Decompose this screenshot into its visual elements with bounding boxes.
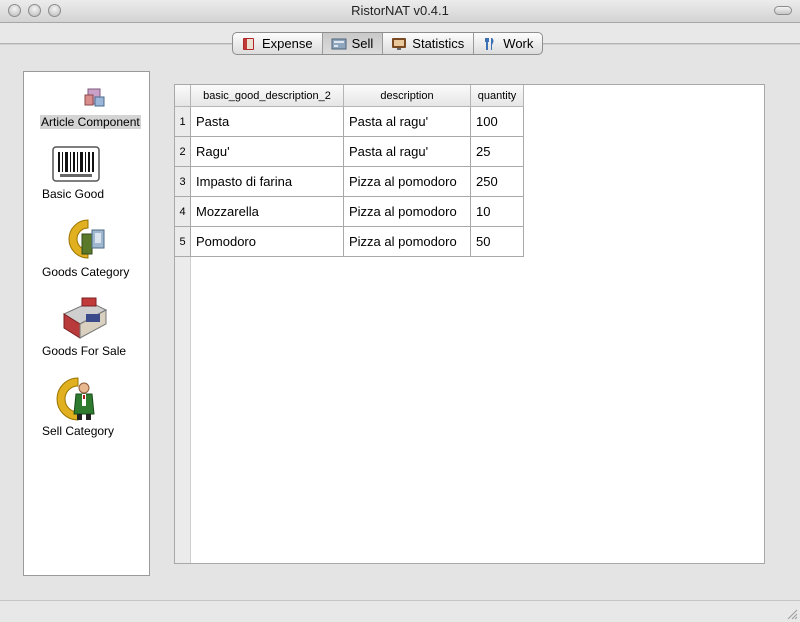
sell-register-icon <box>331 37 347 51</box>
sidebar-item-article-component[interactable]: Article Component <box>24 82 151 132</box>
sidebar-item-label: Goods For Sale <box>42 344 127 358</box>
tab-sell-label: Sell <box>351 36 374 51</box>
window-titlebar: RistorNAT v0.4.1 <box>0 0 800 23</box>
cell-quantity[interactable]: 25 <box>470 136 524 167</box>
goods-category-icon <box>64 216 110 265</box>
row-number: 5 <box>175 226 191 257</box>
cell-basic-good[interactable]: Mozzarella <box>190 196 344 227</box>
row-number: 2 <box>175 136 191 167</box>
resize-grip-icon[interactable] <box>786 608 798 620</box>
row-number: 1 <box>175 106 191 137</box>
status-bar-divider <box>0 600 800 601</box>
cell-basic-good[interactable]: Ragu' <box>190 136 344 167</box>
cell-basic-good[interactable]: Pomodoro <box>190 226 344 257</box>
column-header-quantity[interactable]: quantity <box>470 85 524 107</box>
table-corner <box>175 85 191 107</box>
window-title: RistorNAT v0.4.1 <box>351 3 449 18</box>
table-row[interactable]: 3 Impasto di farina Pizza al pomodoro 25… <box>175 166 524 197</box>
sidebar-item-label: Sell Category <box>42 424 115 438</box>
cell-description[interactable]: Pizza al pomodoro <box>343 196 471 227</box>
column-header-description[interactable]: description <box>343 85 471 107</box>
tab-work[interactable]: Work <box>474 33 542 54</box>
row-number: 3 <box>175 166 191 197</box>
toolbar-toggle-button[interactable] <box>774 6 792 15</box>
tab-statistics[interactable]: Statistics <box>383 33 475 54</box>
data-table-panel: basic_good_description_2 description qua… <box>174 84 765 564</box>
sidebar-item-label: Basic Good <box>42 187 105 201</box>
cell-quantity[interactable]: 100 <box>470 106 524 137</box>
sidebar-item-basic-good[interactable]: Basic Good <box>24 144 151 204</box>
column-header-basic-good[interactable]: basic_good_description_2 <box>190 85 344 107</box>
statistics-monitor-icon <box>391 37 407 51</box>
tab-statistics-label: Statistics <box>412 36 465 51</box>
table-row[interactable]: 4 Mozzarella Pizza al pomodoro 10 <box>175 196 524 227</box>
row-number: 4 <box>175 196 191 227</box>
cell-quantity[interactable]: 250 <box>470 166 524 197</box>
sidebar-item-goods-for-sale[interactable]: Goods For Sale <box>24 292 151 362</box>
tab-expense[interactable]: Expense <box>233 33 323 54</box>
table-row[interactable]: 5 Pomodoro Pizza al pomodoro 50 <box>175 226 524 257</box>
data-table: basic_good_description_2 description qua… <box>175 85 524 257</box>
cell-description[interactable]: Pizza al pomodoro <box>343 166 471 197</box>
sidebar-item-goods-category[interactable]: Goods Category <box>24 216 151 282</box>
cell-description[interactable]: Pizza al pomodoro <box>343 226 471 257</box>
table-row[interactable]: 1 Pasta Pasta al ragu' 100 <box>175 106 524 137</box>
sidebar-item-sell-category[interactable]: Sell Category <box>24 372 151 442</box>
fork-knife-icon <box>482 37 498 51</box>
tab-work-label: Work <box>503 36 534 51</box>
cell-description[interactable]: Pasta al ragu' <box>343 106 471 137</box>
cell-quantity[interactable]: 50 <box>470 226 524 257</box>
sidebar-item-label: Article Component <box>40 115 141 129</box>
table-row[interactable]: 2 Ragu' Pasta al ragu' 25 <box>175 136 524 167</box>
sidebar: Article Component Basic Good Goods Categ… <box>23 71 150 576</box>
barcode-icon <box>52 146 100 185</box>
cash-register-icon <box>60 294 110 343</box>
tab-sell[interactable]: Sell <box>322 33 384 54</box>
tab-expense-label: Expense <box>262 36 313 51</box>
cell-basic-good[interactable]: Impasto di farina <box>190 166 344 197</box>
cell-description[interactable]: Pasta al ragu' <box>343 136 471 167</box>
expense-book-icon <box>241 37 257 51</box>
waiter-icon <box>56 374 102 427</box>
cell-basic-good[interactable]: Pasta <box>190 106 344 137</box>
main-tabs: Expense Sell Statistics Work <box>232 32 544 55</box>
article-component-icon <box>82 86 108 115</box>
cell-quantity[interactable]: 10 <box>470 196 524 227</box>
sidebar-item-label: Goods Category <box>42 265 130 279</box>
